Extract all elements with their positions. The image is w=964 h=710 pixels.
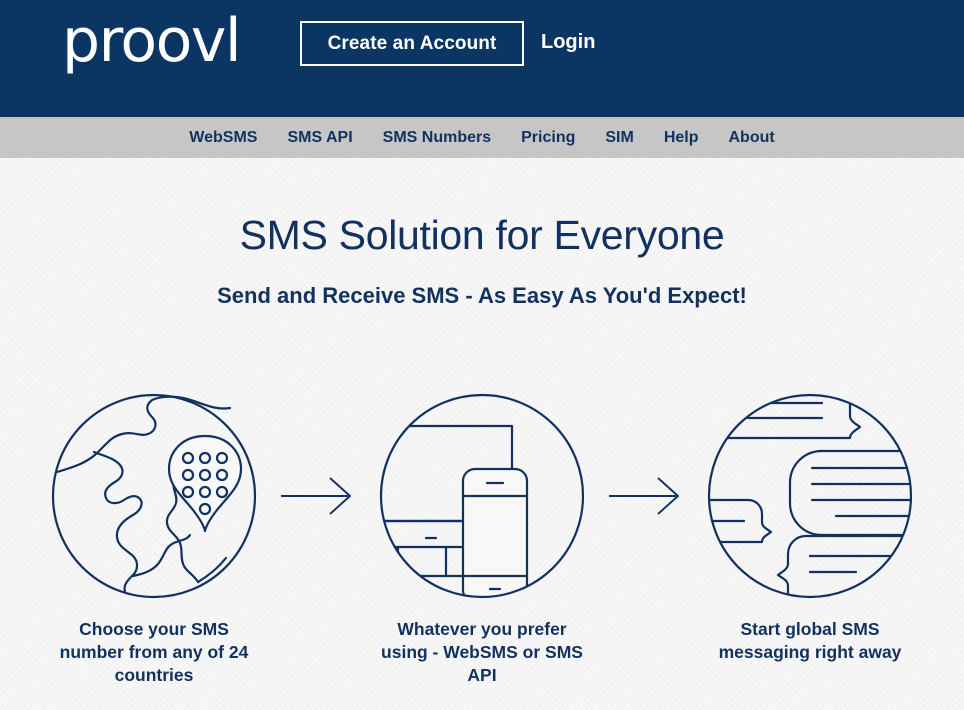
nav-item-websms[interactable]: WebSMS xyxy=(174,129,272,147)
create-account-button[interactable]: Create an Account xyxy=(300,21,524,66)
proovl-logo[interactable]: proovl xyxy=(62,6,242,76)
step-caption: Start global SMS messaging right away xyxy=(718,619,902,662)
step-caption: Whatever you prefer using - WebSMS or SM… xyxy=(381,619,583,685)
nav-item-about[interactable]: About xyxy=(713,129,789,147)
arrow-right-icon-2 xyxy=(598,390,694,602)
page-title: SMS Solution for Everyone xyxy=(239,212,725,258)
main-navigation-bar: WebSMS SMS API SMS Numbers Pricing SIM H… xyxy=(0,117,964,158)
desktop-phone-icon xyxy=(379,393,585,599)
nav-item-pricing[interactable]: Pricing xyxy=(506,129,590,147)
steps-section: Choose your SMS number from any of 24 co… xyxy=(0,390,964,687)
nav-item-help[interactable]: Help xyxy=(649,129,714,147)
arrow-right-icon-1 xyxy=(270,390,366,602)
nav-item-sim[interactable]: SIM xyxy=(590,129,648,147)
speech-bubbles-icon xyxy=(707,393,913,599)
login-link[interactable]: Login xyxy=(541,31,595,54)
step-caption: Choose your SMS number from any of 24 co… xyxy=(59,619,249,685)
page-subtitle: Send and Receive SMS - As Easy As You'd … xyxy=(217,283,747,308)
step-start-messaging: Start global SMS messaging right away xyxy=(694,390,926,664)
top-header-bar: proovl Create an Account Login xyxy=(0,0,964,117)
nav-item-sms-numbers[interactable]: SMS Numbers xyxy=(368,129,506,147)
page-root: proovl Create an Account Login WebSMS SM… xyxy=(0,0,964,710)
hero-section: SMS Solution for Everyone Send and Recei… xyxy=(0,158,964,309)
globe-pin-icon xyxy=(51,393,257,599)
nav-item-sms-api[interactable]: SMS API xyxy=(272,129,367,147)
step-choose-number: Choose your SMS number from any of 24 co… xyxy=(38,390,270,687)
step-choose-interface: Whatever you prefer using - WebSMS or SM… xyxy=(366,390,598,687)
